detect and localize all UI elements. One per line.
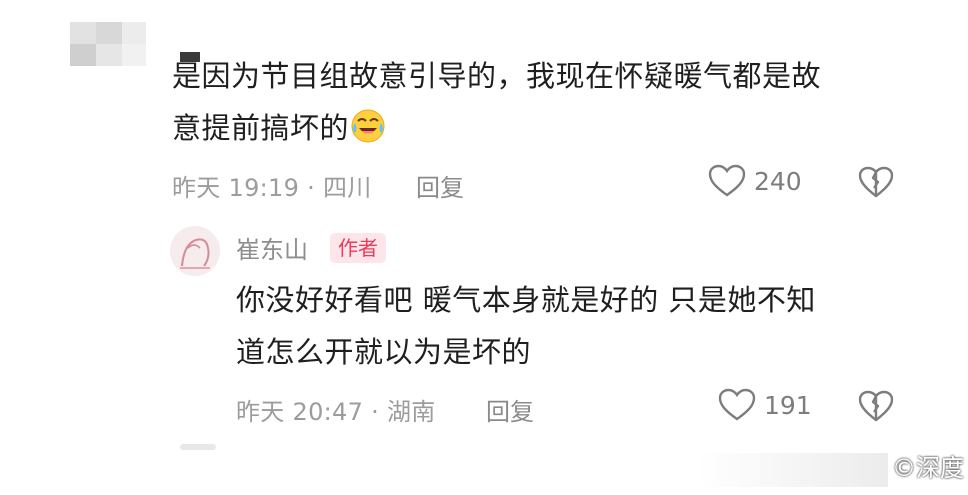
watermark: ©深度 <box>892 454 964 482</box>
reply-text-line2: 道怎么开就以为是坏的 <box>236 335 532 369</box>
comment-text: 是因为节目组故意引导的，我现在怀疑暖气都是故 意提前搞坏的 <box>172 50 912 154</box>
comment-meta: 昨天 19:19 · 四川 <box>172 174 372 202</box>
like-button[interactable]: 191 <box>718 388 812 422</box>
author-name[interactable]: 崔东山 <box>236 230 308 265</box>
reply-button[interactable]: 回复 <box>416 168 464 203</box>
reply-text-line1: 你没好好看吧 暖气本身就是好的 只是她不知 <box>236 283 816 317</box>
heart-icon <box>708 164 746 198</box>
watermark-bar <box>698 453 888 487</box>
heart-icon <box>718 388 756 422</box>
avatar[interactable] <box>170 226 220 276</box>
comment-text-line1: 是因为节目组故意引导的，我现在怀疑暖气都是故 <box>172 59 822 93</box>
broken-heart-icon <box>858 390 894 422</box>
like-count: 191 <box>764 390 812 420</box>
like-count: 240 <box>754 166 802 196</box>
reply-button[interactable]: 回复 <box>486 392 534 427</box>
next-item-stub <box>180 444 216 450</box>
reply-text: 你没好好看吧 暖气本身就是好的 只是她不知 道怎么开就以为是坏的 <box>236 274 936 378</box>
dislike-button[interactable] <box>858 166 894 198</box>
avatar-blurred[interactable] <box>70 22 146 66</box>
dislike-button[interactable] <box>858 390 894 422</box>
author-badge: 作者 <box>330 233 386 263</box>
comment-text-line2: 意提前搞坏的 <box>172 111 350 145</box>
crying-laughing-emoji-icon <box>349 106 387 144</box>
reply-meta: 昨天 20:47 · 湖南 <box>236 398 436 426</box>
like-button[interactable]: 240 <box>708 164 802 198</box>
broken-heart-icon <box>858 166 894 198</box>
redaction-mark <box>180 52 200 62</box>
